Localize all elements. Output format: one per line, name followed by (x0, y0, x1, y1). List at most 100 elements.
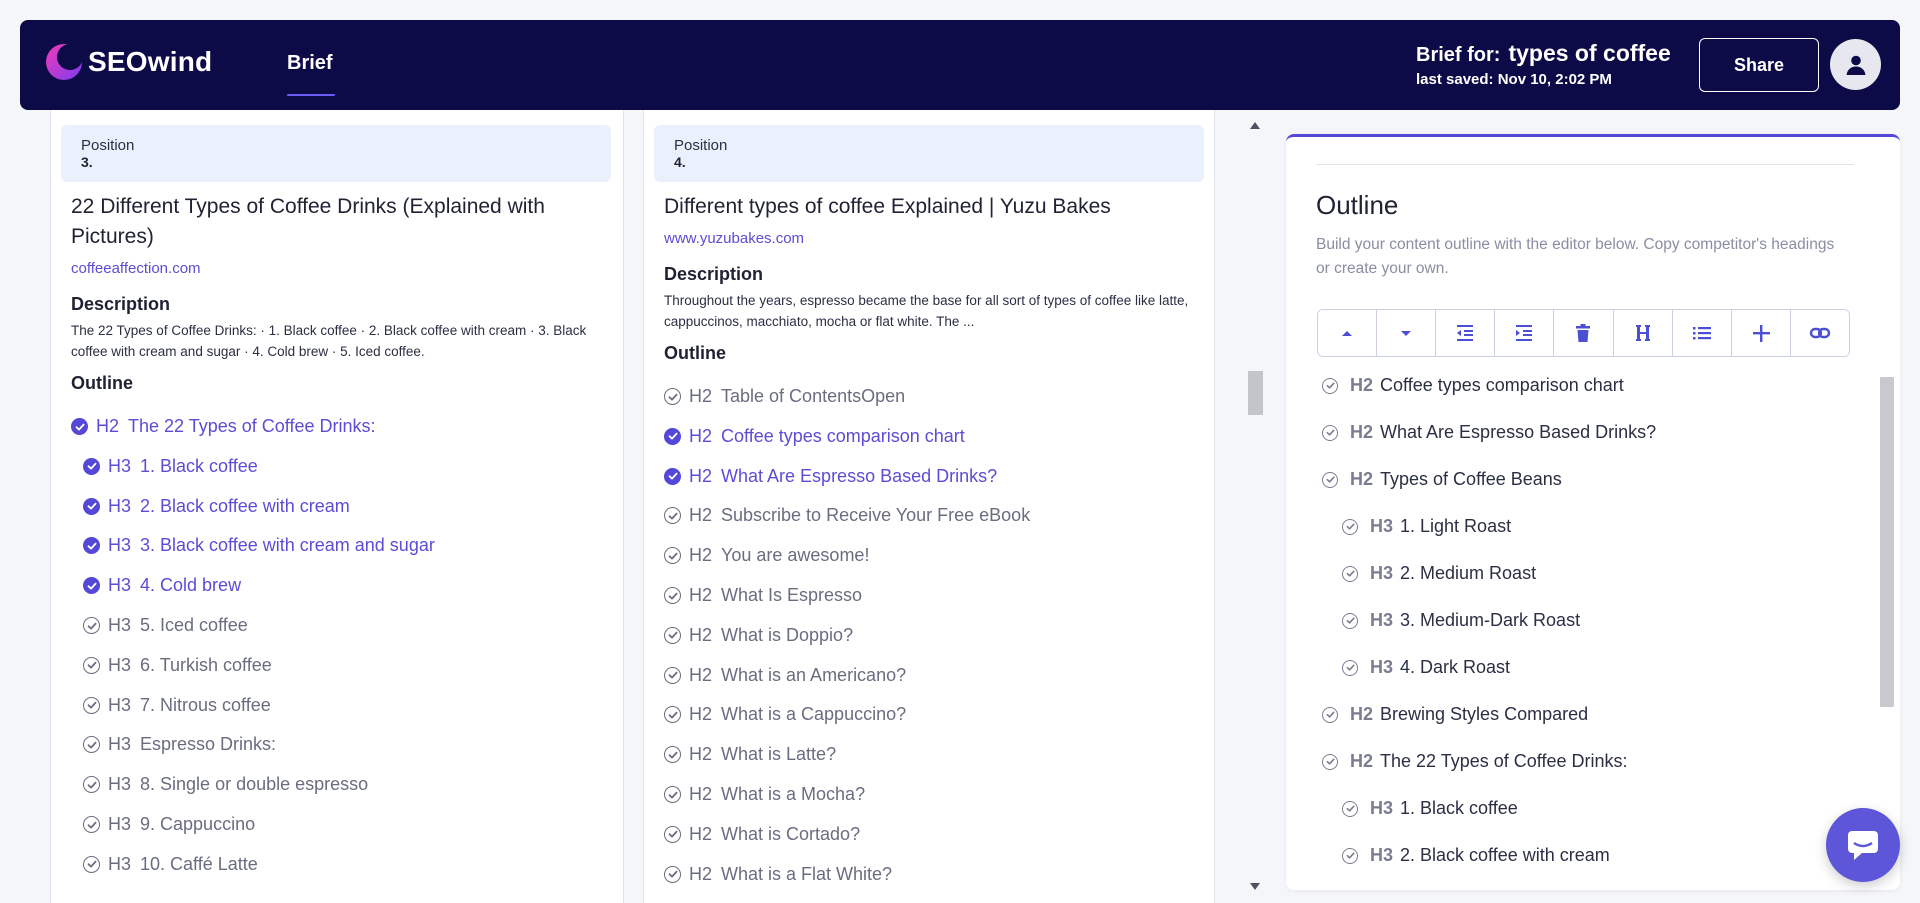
competitor-url[interactable]: coffeeaffection.com (71, 260, 201, 277)
logo[interactable]: SEOwind (44, 42, 212, 82)
scroll-down-icon[interactable] (1250, 883, 1260, 890)
check-circle-icon[interactable] (664, 786, 681, 803)
competitor-url[interactable]: www.yuzubakes.com (664, 230, 804, 247)
outline-heading-item[interactable]: H2 What Are Espresso Based Drinks? (664, 466, 997, 487)
checked-circle-icon[interactable] (664, 427, 681, 445)
check-circle-icon[interactable] (664, 706, 681, 724)
outline-heading-item[interactable]: H2 Subscribe to Receive Your Free eBook (664, 505, 1030, 526)
check-circle-icon[interactable] (1342, 800, 1358, 817)
checked-circle-icon[interactable] (664, 467, 681, 485)
tab-brief[interactable]: Brief (287, 52, 333, 75)
outline-heading-item[interactable]: H2 The 22 Types of Coffee Drinks: (71, 416, 375, 437)
outline-heading-item[interactable]: H2 What is a Mocha? (664, 784, 865, 805)
outline-heading-item[interactable]: H3 8. Single or double espresso (83, 774, 368, 795)
outline-toolbar (1317, 309, 1850, 357)
check-circle-icon[interactable] (83, 776, 100, 794)
outline-heading-item[interactable]: H3 2. Black coffee with cream (83, 496, 350, 517)
outline-heading-item[interactable]: H2 What Is Espresso (664, 585, 862, 606)
heading-level-tag: H2 (689, 585, 713, 605)
outline-heading-item[interactable]: H3 3. Black coffee with cream and sugar (83, 535, 435, 556)
check-circle-icon[interactable] (1322, 753, 1338, 770)
chat-button[interactable] (1826, 808, 1900, 882)
outline-item[interactable]: H2 The 22 Types of Coffee Drinks: (1322, 751, 1627, 772)
heading-button[interactable] (1613, 310, 1673, 356)
check-circle-icon[interactable] (1342, 518, 1358, 535)
check-circle-icon[interactable] (664, 587, 681, 604)
scrollbar-thumb[interactable] (1248, 371, 1263, 415)
checked-circle-icon[interactable] (83, 577, 100, 595)
outline-heading-item[interactable]: H2 Coffee types comparison chart (664, 426, 965, 447)
check-circle-icon[interactable] (664, 626, 681, 644)
outline-item[interactable]: H3 3. Medium-Dark Roast (1342, 610, 1580, 631)
check-circle-icon[interactable] (1322, 471, 1338, 488)
check-circle-icon[interactable] (83, 617, 100, 634)
link-button[interactable] (1790, 310, 1849, 356)
outline-heading-item[interactable]: H3 4. Cold brew (83, 575, 241, 596)
outline-heading-item[interactable]: H3 5. Iced coffee (83, 615, 248, 636)
outline-item[interactable]: H3 1. Light Roast (1342, 516, 1511, 537)
indent-button[interactable] (1495, 310, 1555, 356)
check-circle-icon[interactable] (1342, 847, 1358, 864)
heading-level-tag: H2 (689, 465, 713, 486)
outline-item[interactable]: H3 2. Black coffee with cream (1342, 845, 1610, 866)
outline-heading-item[interactable]: H2 What is a Flat White? (664, 864, 892, 885)
delete-button[interactable] (1554, 310, 1614, 356)
outline-heading-item[interactable]: H3 10. Caffé Latte (83, 854, 258, 875)
outline-item[interactable]: H2 Types of Coffee Beans (1322, 469, 1562, 490)
outline-item[interactable]: H3 4. Dark Roast (1342, 657, 1510, 678)
competitors-scrollbar[interactable] (1246, 116, 1265, 890)
checked-circle-icon[interactable] (71, 418, 88, 435)
check-circle-icon[interactable] (664, 547, 681, 565)
outline-heading-item[interactable]: H2 You are awesome! (664, 545, 869, 566)
check-circle-icon[interactable] (664, 507, 681, 525)
check-circle-icon[interactable] (1322, 377, 1338, 394)
check-circle-icon[interactable] (1322, 706, 1338, 723)
editor-scrollbar-thumb[interactable] (1880, 377, 1894, 707)
check-circle-icon[interactable] (664, 666, 681, 684)
check-circle-icon[interactable] (1322, 424, 1338, 441)
outline-heading-item[interactable]: H2 What is Cortado? (664, 824, 860, 845)
outline-heading-item[interactable]: H2 What is Latte? (664, 744, 836, 765)
move-down-button[interactable] (1377, 310, 1437, 356)
list-button[interactable] (1672, 310, 1732, 356)
move-up-button[interactable] (1318, 310, 1378, 356)
check-circle-icon[interactable] (1342, 612, 1358, 629)
share-button[interactable]: Share (1699, 38, 1819, 92)
outline-heading-item[interactable]: H2 What is Doppio? (664, 625, 853, 646)
outline-heading-item[interactable]: H3 1. Black coffee (83, 456, 258, 477)
outline-item[interactable]: H3 2. Medium Roast (1342, 563, 1536, 584)
outline-heading-item[interactable]: H3 9. Cappuccino (83, 814, 255, 835)
checked-circle-icon[interactable] (83, 497, 100, 515)
scroll-up-icon[interactable] (1250, 122, 1260, 129)
check-circle-icon[interactable] (83, 816, 100, 833)
check-circle-icon[interactable] (83, 696, 100, 714)
outline-item[interactable]: H2 Coffee types comparison chart (1322, 375, 1624, 396)
outline-heading-item[interactable]: H2 What is an Americano? (664, 665, 906, 686)
check-circle-icon[interactable] (664, 746, 681, 764)
outdent-button[interactable] (1436, 310, 1496, 356)
outline-item[interactable]: H2 What Are Espresso Based Drinks? (1322, 422, 1656, 443)
outline-heading-item[interactable]: H3 Espresso Drinks: (83, 734, 276, 755)
outline-heading-item[interactable]: H3 6. Turkish coffee (83, 655, 272, 676)
check-circle-icon[interactable] (83, 736, 100, 754)
check-circle-icon[interactable] (664, 825, 681, 843)
check-circle-icon[interactable] (1342, 565, 1358, 582)
check-circle-icon[interactable] (664, 388, 681, 405)
outline-item[interactable]: H3 1. Black coffee (1342, 798, 1518, 819)
heading-level-tag: H2 (1350, 704, 1374, 724)
add-heading-button[interactable] (1731, 310, 1791, 356)
competitor-title[interactable]: 22 Different Types of Coffee Drinks (Exp… (71, 192, 601, 252)
check-circle-icon[interactable] (664, 865, 681, 883)
checked-circle-icon[interactable] (83, 457, 100, 475)
check-circle-icon[interactable] (1342, 659, 1358, 676)
outline-item[interactable]: H2 Brewing Styles Compared (1322, 704, 1588, 725)
competitor-title[interactable]: Different types of coffee Explained | Yu… (664, 192, 1194, 222)
outline-heading-item[interactable]: H2 Table of ContentsOpen (664, 386, 905, 407)
check-circle-icon[interactable] (83, 656, 100, 674)
checked-circle-icon[interactable] (83, 537, 100, 555)
position-label: Position (674, 137, 728, 154)
outline-heading-item[interactable]: H2 What is a Cappuccino? (664, 704, 906, 725)
outline-heading-item[interactable]: H3 7. Nitrous coffee (83, 695, 271, 716)
avatar[interactable] (1830, 39, 1881, 90)
check-circle-icon[interactable] (83, 855, 100, 873)
